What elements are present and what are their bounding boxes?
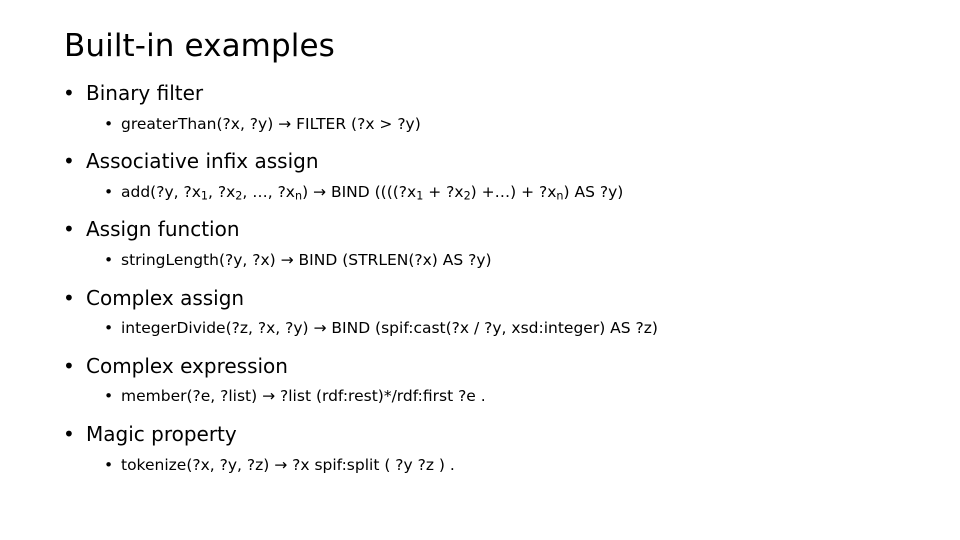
slide: Built-in examples • Binary filter • greater… [0,0,960,540]
bullet-dot-icon: • [104,455,114,474]
slide-body: • Binary filter • greaterThan(?x, ?y) → FIL… [0,81,960,475]
bullet-dot-icon: • [63,421,75,446]
bullet-dot-icon: • [104,319,114,338]
text-run: , …, ?x [242,182,295,201]
bullet-level1: • Complex assign [0,285,960,311]
subscript: 2 [463,189,471,203]
bullet-dot-icon: • [63,217,75,242]
bullet-level1: • Complex expression [0,353,960,379]
text-run: ) +…) + ?x [470,182,557,201]
bullet-dot-icon: • [104,387,114,406]
bullet-dot-icon: • [63,149,75,174]
bullet-level2: • tokenize(?x, ?y, ?z) → ?x spif:split ( … [0,456,960,475]
text-run: member(?e, ?list) → ?list (rdf:rest)*/rd… [121,387,486,406]
bullet-dot-icon: • [104,182,114,201]
text-run: ) AS ?y) [563,182,624,201]
text-run: add(?y, ?x [121,182,201,201]
bullet-level1-label: Complex expression [86,353,288,378]
bullet-level2-label: stringLength(?y, ?x) → BIND (STRLEN(?x) … [121,251,492,269]
text-run: ) → BIND ((((?x [302,182,417,201]
subscript: 1 [200,189,208,203]
bullet-level2: • greaterThan(?x, ?y) → FILTER (?x > ?y) [0,115,960,134]
bullet-level2: • integerDivide(?z, ?x, ?y) → BIND (spif:… [0,319,960,338]
text-run: greaterThan(?x, ?y) → FILTER (?x > ?y) [121,114,421,133]
bullet-dot-icon: • [63,81,75,105]
text-run: tokenize(?x, ?y, ?z) → ?x spif:split ( ?… [121,455,455,474]
subscript: n [294,189,303,203]
text-run: , ?x [208,182,236,201]
bullet-level1-label: Magic property [86,421,237,446]
text-run: stringLength(?y, ?x) → BIND (STRLEN(?x) … [121,250,492,269]
bullet-level1: • Assign function [0,218,960,242]
bullet-level1-label: Associative infix assign [86,149,319,174]
bullet-level2: • stringLength(?y, ?x) → BIND (STRLEN(?x)… [0,251,960,270]
bullet-level2: • member(?e, ?list) → ?list (rdf:rest)*/r… [0,387,960,406]
bullet-dot-icon: • [63,285,75,310]
bullet-level2-label: greaterThan(?x, ?y) → FILTER (?x > ?y) [121,115,421,133]
bullet-dot-icon: • [63,353,75,378]
bullet-dot-icon: • [104,114,114,133]
bullet-level2-label: add(?y, ?x1, ?x2, …, ?xn) → BIND ((((?x1… [121,182,624,203]
bullet-level2-label: integerDivide(?z, ?x, ?y) → BIND (spif:c… [121,319,658,337]
bullet-level1-label: Assign function [86,217,240,242]
page-title: Built-in examples [64,28,335,64]
bullet-level1-label: Binary filter [86,81,204,105]
subscript: n [556,189,564,203]
text-run: + ?x [423,182,464,201]
bullet-level2-label: member(?e, ?list) → ?list (rdf:rest)*/rd… [121,387,486,405]
bullet-level1: • Associative infix assign [0,149,960,174]
bullet-level2: • add(?y, ?x1, ?x2, …, ?xn) → BIND ((((?x… [0,183,960,202]
bullet-level1-label: Complex assign [86,285,245,310]
bullet-level1: • Magic property [0,421,960,447]
text-run: integerDivide(?z, ?x, ?y) → BIND (spif:c… [121,319,658,338]
bullet-level1: • Binary filter [0,81,960,106]
bullet-level2-label: tokenize(?x, ?y, ?z) → ?x spif:split ( ?… [121,456,455,474]
bullet-dot-icon: • [104,250,114,269]
